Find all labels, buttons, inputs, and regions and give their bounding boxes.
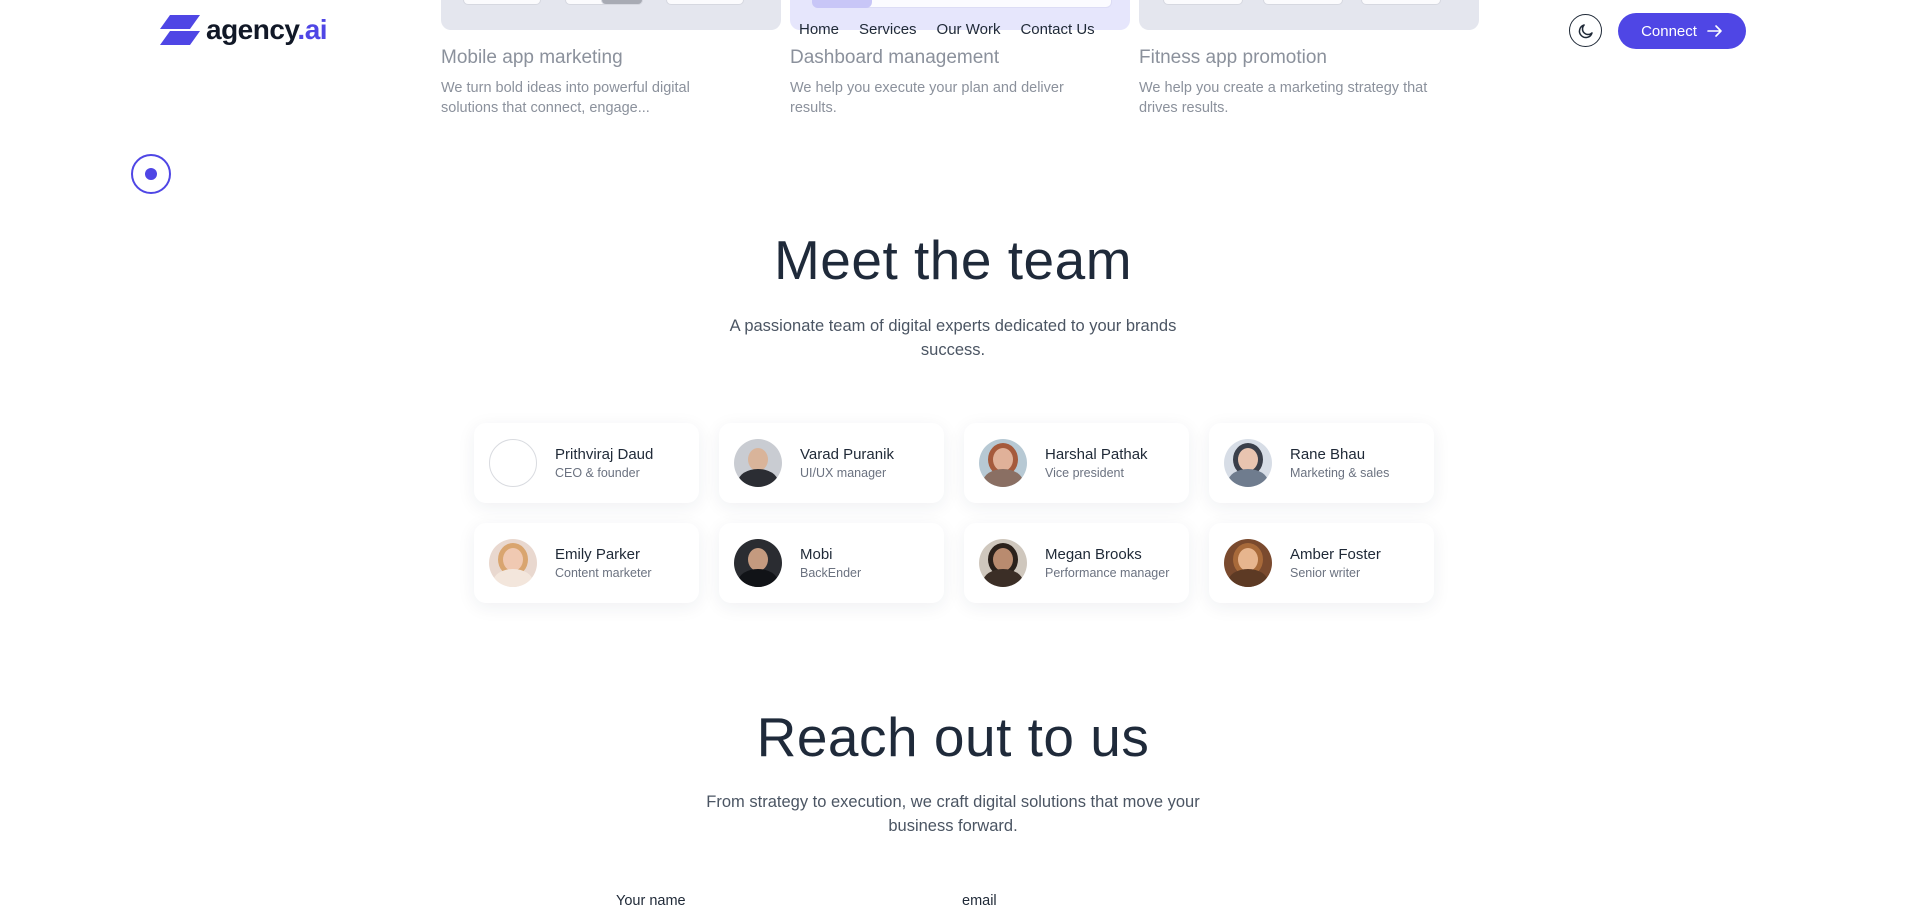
- contact-subheading: From strategy to execution, we craft dig…: [706, 793, 1200, 835]
- member-name: Prithviraj Daud: [555, 445, 654, 463]
- nav-link-our-work[interactable]: Our Work: [937, 21, 1001, 38]
- member-role: Marketing & sales: [1290, 465, 1390, 480]
- team-member-card[interactable]: Varad Puranik UI/UX manager: [719, 423, 944, 503]
- project-card[interactable]: Fitness app promotion We help you create…: [1139, 0, 1479, 118]
- project-title: Dashboard management: [790, 47, 1000, 68]
- carousel-indicator[interactable]: [131, 154, 171, 194]
- avatar: [734, 539, 782, 587]
- avatar: [979, 439, 1027, 487]
- member-role: Vice president: [1045, 465, 1124, 480]
- team-member-card[interactable]: Megan Brooks Performance manager: [964, 523, 1189, 603]
- member-role: Senior writer: [1290, 565, 1361, 580]
- moon-icon: [1578, 23, 1593, 38]
- avatar: [1224, 539, 1272, 587]
- avatar: [734, 439, 782, 487]
- avatar: [489, 539, 537, 587]
- member-name: Mobi: [800, 545, 833, 563]
- avatar: [489, 439, 537, 487]
- team-subheading: A passionate team of digital experts ded…: [729, 317, 1177, 359]
- member-role: BackEnder: [800, 565, 862, 580]
- nav-link-contact-us[interactable]: Contact Us: [1020, 21, 1094, 38]
- brand-logo[interactable]: agency.ai: [160, 14, 328, 46]
- name-field-label: Your name: [616, 893, 686, 909]
- member-role: Content marketer: [555, 565, 652, 580]
- member-role: Performance manager: [1045, 565, 1170, 580]
- project-card[interactable]: Mobile app marketing We turn bold ideas …: [441, 0, 781, 118]
- team-member-card[interactable]: Rane Bhau Marketing & sales: [1209, 423, 1434, 503]
- team-member-card[interactable]: Prithviraj Daud CEO & founder: [474, 423, 699, 503]
- team-member-card[interactable]: Amber Foster Senior writer: [1209, 523, 1434, 603]
- member-role: CEO & founder: [555, 465, 640, 480]
- brand-name: agency.ai: [206, 14, 328, 45]
- member-name: Rane Bhau: [1290, 445, 1366, 463]
- project-title: Mobile app marketing: [441, 47, 623, 68]
- member-name: Emily Parker: [555, 545, 641, 563]
- dot-icon: [145, 168, 157, 180]
- project-description: We help you create a marketing strategy …: [1139, 80, 1428, 116]
- member-role: UI/UX manager: [800, 465, 887, 480]
- member-name: Amber Foster: [1290, 545, 1381, 563]
- parallelogram-logo-icon: [160, 15, 200, 45]
- project-thumbnail: [1139, 0, 1479, 30]
- project-title: Fitness app promotion: [1139, 47, 1327, 68]
- team-member-card[interactable]: Emily Parker Content marketer: [474, 523, 699, 603]
- team-grid: Prithviraj Daud CEO & founder Varad Pura…: [474, 423, 1434, 603]
- member-name: Varad Puranik: [800, 445, 894, 463]
- project-description: We help you execute your plan and delive…: [790, 80, 1064, 116]
- email-field-label: email: [962, 893, 997, 909]
- contact-heading: Reach out to us: [756, 706, 1150, 768]
- project-description: We turn bold ideas into powerful digital…: [441, 80, 690, 116]
- member-name: Megan Brooks: [1045, 545, 1142, 563]
- project-thumbnail: [441, 0, 781, 30]
- nav-link-home[interactable]: Home: [799, 21, 839, 38]
- connect-button-label: Connect: [1641, 22, 1697, 40]
- arrow-right-icon: [1707, 25, 1722, 37]
- project-card[interactable]: Dashboard management We help you execute…: [790, 0, 1130, 118]
- connect-button[interactable]: Connect: [1618, 13, 1746, 49]
- member-name: Harshal Pathak: [1045, 445, 1148, 463]
- team-member-card[interactable]: Mobi BackEnder: [719, 523, 944, 603]
- theme-toggle-button[interactable]: [1569, 14, 1602, 47]
- team-member-card[interactable]: Harshal Pathak Vice president: [964, 423, 1189, 503]
- team-heading: Meet the team: [773, 229, 1133, 291]
- avatar: [979, 539, 1027, 587]
- main-nav: Home Services Our Work Contact Us: [799, 21, 1095, 38]
- nav-link-services[interactable]: Services: [859, 21, 917, 38]
- avatar: [1224, 439, 1272, 487]
